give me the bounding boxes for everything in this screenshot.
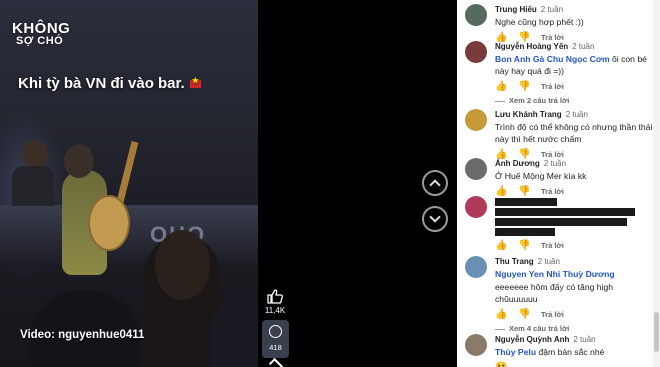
view-replies-link[interactable]: Xem 2 câu trả lời xyxy=(495,96,653,105)
previous-video-button[interactable] xyxy=(422,170,448,196)
comment-time[interactable]: 2 tuần xyxy=(566,110,588,119)
like-icon[interactable]: 👍 xyxy=(495,240,507,251)
comment-author[interactable]: Lưu Khánh Trang xyxy=(495,110,562,119)
like-icon[interactable]: 👍 xyxy=(495,309,507,320)
avatar[interactable] xyxy=(465,41,487,63)
comment-time[interactable]: 2 tuần xyxy=(544,159,566,168)
comment-text: Nghe cũng hợp phết :)) xyxy=(495,17,584,27)
reply-button[interactable]: Trả lời xyxy=(541,241,564,250)
app-window: OHO KHÔNG SỢ CHÓ Khi tỳ bà VN đi vào bar… xyxy=(0,0,660,367)
comment-time[interactable]: 2 tuần xyxy=(541,5,563,14)
comment-mention[interactable]: Bon Anh Gà Chu Ngọc Cơm xyxy=(495,54,610,64)
dj-figure xyxy=(10,140,54,206)
dislike-icon[interactable]: 👎 xyxy=(518,186,530,197)
comment-text: đậm bản sắc nhé xyxy=(536,347,605,357)
comment-bubble-icon xyxy=(269,325,282,338)
comments-scrollbar[interactable] xyxy=(653,0,660,367)
reply-button[interactable]: Trả lời xyxy=(541,187,564,196)
scrollbar-thumb[interactable] xyxy=(654,312,659,352)
dislike-icon[interactable]: 👎 xyxy=(518,81,530,92)
avatar[interactable] xyxy=(465,334,487,356)
comment-text: Ở Huế Mộng Mer kìa kk xyxy=(495,171,587,181)
redacted-text xyxy=(495,228,555,236)
chevron-down-icon xyxy=(429,211,441,223)
redacted-author xyxy=(495,198,557,206)
avatar[interactable] xyxy=(465,109,487,131)
thumbs-up-icon xyxy=(267,289,283,304)
comment-time[interactable]: 2 tuần xyxy=(538,257,560,266)
view-replies-label: Xem 2 câu trả lời xyxy=(509,96,570,105)
like-button[interactable] xyxy=(262,289,288,304)
comment-author[interactable]: Thu Trang xyxy=(495,257,534,266)
comment-mention[interactable]: Thùy Pelu xyxy=(495,347,536,357)
comments-panel: Trung Hiếu 2 tuần Nghe cũng hợp phết :)) … xyxy=(457,0,653,367)
caption-text: Khi tỳ bà VN đi vào bar. xyxy=(18,75,185,92)
comment-time[interactable]: 2 tuần xyxy=(573,335,595,344)
comment-text: eeeeeee hôm đấy có tăng high chũuuuuuu xyxy=(495,282,614,304)
comment-author[interactable]: Nguyễn Hoàng Yến xyxy=(495,42,568,51)
redacted-text xyxy=(495,208,635,216)
crowd-figure xyxy=(210,300,258,367)
view-replies-label: Xem 4 câu trả lời xyxy=(509,324,570,333)
video-player[interactable]: OHO KHÔNG SỢ CHÓ Khi tỳ bà VN đi vào bar… xyxy=(0,0,258,367)
video-caption: Khi tỳ bà VN đi vào bar. xyxy=(18,75,201,92)
avatar[interactable] xyxy=(465,158,487,180)
comment-time[interactable]: 2 tuần xyxy=(572,42,594,51)
channel-logo: KHÔNG SỢ CHÓ xyxy=(12,21,70,48)
next-video-button[interactable] xyxy=(422,206,448,232)
laughing-emoji-icon: 😆 xyxy=(495,361,508,367)
comment-author[interactable]: Trung Hiếu xyxy=(495,5,537,14)
comment-author[interactable]: Nguyễn Quỳnh Anh xyxy=(495,335,569,344)
crowd-head xyxy=(155,230,210,300)
video-credit: Video: nguyenhue0411 xyxy=(20,329,145,341)
vietnam-flag-icon xyxy=(189,76,201,89)
avatar[interactable] xyxy=(465,196,487,218)
avatar[interactable] xyxy=(465,256,487,278)
comment-text: Trình độ có thể không có nhưng thần thái… xyxy=(495,122,653,144)
dislike-icon[interactable]: 👎 xyxy=(518,309,530,320)
avatar[interactable] xyxy=(465,4,487,26)
redacted-text xyxy=(495,218,627,226)
reply-button[interactable]: Trả lời xyxy=(541,310,564,319)
lute-performer xyxy=(52,140,139,280)
like-count: 11,4K xyxy=(264,306,286,315)
comment-author[interactable]: Ánh Dương xyxy=(495,159,540,168)
chevron-up-icon xyxy=(429,179,441,191)
like-icon[interactable]: 👍 xyxy=(495,81,507,92)
view-replies-link[interactable]: Xem 4 câu trả lời xyxy=(495,324,653,333)
reply-button[interactable]: Trả lời xyxy=(541,82,564,91)
logo-sub-text: SỢ CHÓ xyxy=(16,35,64,47)
share-icon[interactable] xyxy=(268,357,284,367)
comment-count: 418 xyxy=(269,343,282,352)
like-icon[interactable]: 👍 xyxy=(495,186,507,197)
dislike-icon[interactable]: 👎 xyxy=(518,240,530,251)
comment-button[interactable]: 418 xyxy=(262,320,289,358)
comment-mention[interactable]: Nguyen Yen Nhi Thuỳ Dương xyxy=(495,269,615,279)
